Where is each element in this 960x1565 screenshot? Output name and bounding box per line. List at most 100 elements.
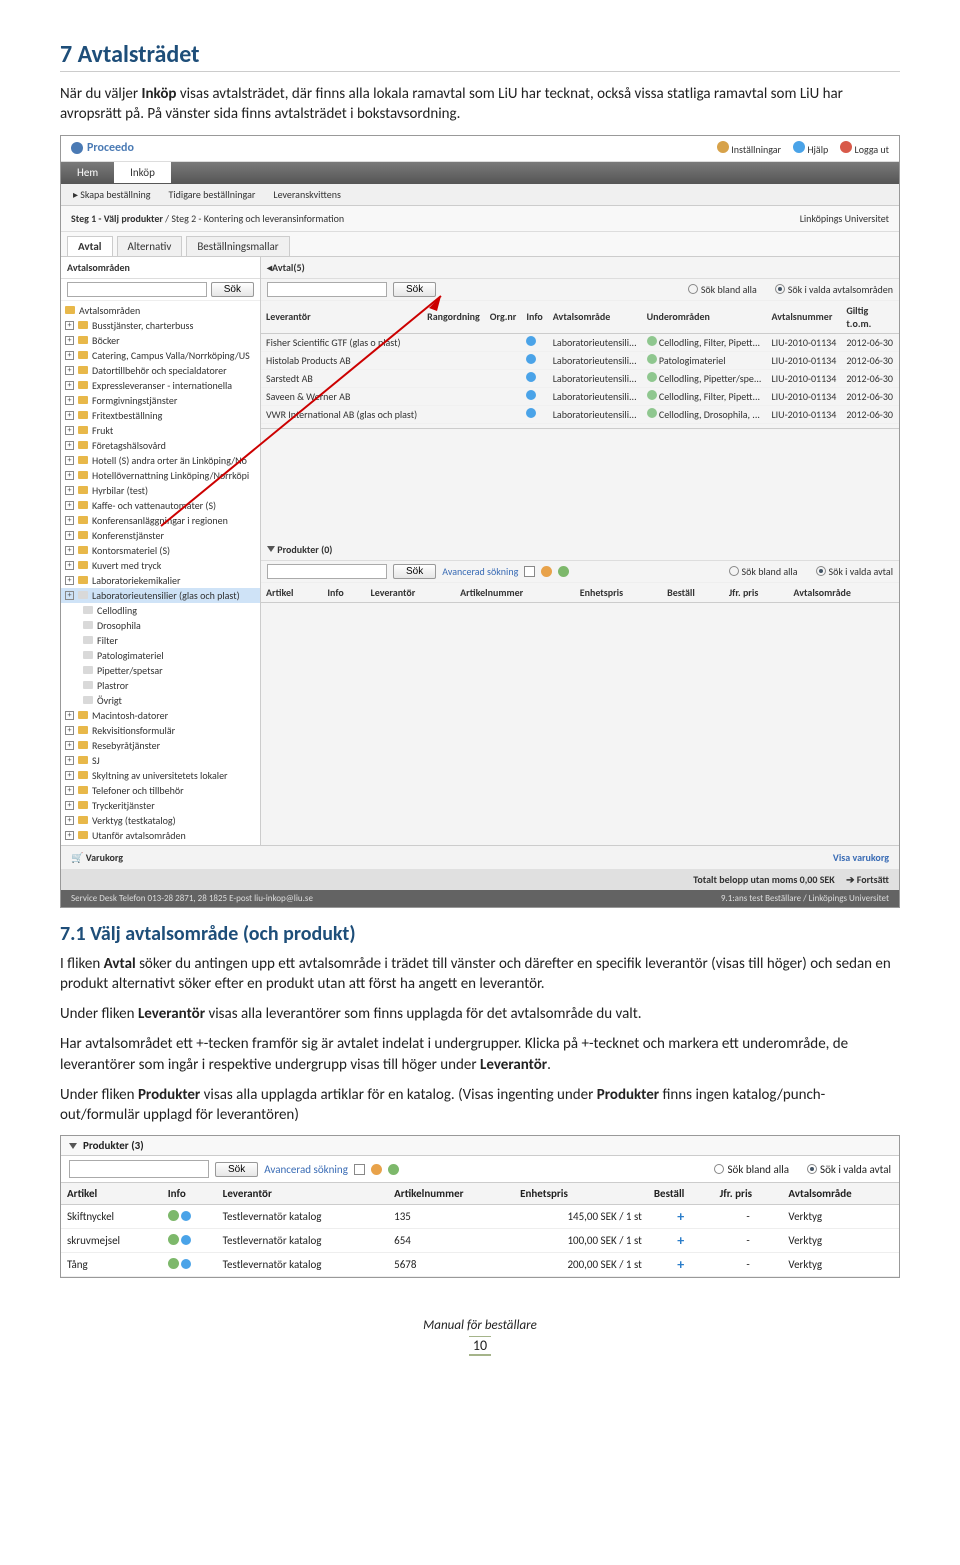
s2-search-button[interactable]: Sök [215, 1162, 258, 1177]
add-icon[interactable]: + [677, 1256, 684, 1273]
expand-icon[interactable]: + [65, 801, 74, 810]
tree-item[interactable]: +Hyrbilar (test) [61, 483, 260, 498]
magnify-icon[interactable] [647, 390, 657, 400]
col-header[interactable]: Enhetspris [514, 1183, 648, 1205]
expand-icon[interactable]: + [65, 456, 74, 465]
tree-item[interactable]: +Expressleveranser - internationella [61, 378, 260, 393]
collapse-icon[interactable] [69, 1143, 77, 1149]
table-row[interactable]: skruvmejsel Testlevernatör katalog654100… [61, 1229, 899, 1253]
magnify-icon[interactable] [647, 408, 657, 418]
info-icon[interactable] [526, 354, 536, 364]
col-header[interactable]: Enhetspris [575, 583, 662, 603]
magnify-icon[interactable] [647, 336, 657, 346]
col-header[interactable]: Avtalsområde [788, 583, 899, 603]
col-header[interactable]: Jfr. pris [724, 583, 789, 603]
help-link[interactable]: Hjälp [793, 141, 828, 156]
col-header[interactable]: Jfr. pris [714, 1183, 783, 1205]
col-header[interactable]: Avtalsområde [548, 301, 642, 334]
subtab-skapa[interactable]: ▸ Skapa beställning [73, 188, 151, 201]
info-icon[interactable] [526, 408, 536, 418]
s2-radio-alla[interactable]: Sök bland alla [714, 1163, 789, 1176]
s2-adv-link[interactable]: Avancerad sökning [264, 1163, 348, 1176]
tree-search-input[interactable] [67, 282, 207, 297]
tree-item[interactable]: +SJ [61, 753, 260, 768]
cart-label[interactable]: 🛒 Varukorg [71, 851, 123, 864]
checkbox-icon[interactable] [524, 566, 535, 577]
info-icon[interactable] [526, 390, 536, 400]
logout-link[interactable]: Logga ut [840, 141, 889, 156]
tree-item[interactable]: +Konferenstjänster [61, 528, 260, 543]
expand-icon[interactable]: + [65, 756, 74, 765]
col-header[interactable]: Artikel [61, 1183, 162, 1205]
tree-item[interactable]: +Verktyg (testkatalog) [61, 813, 260, 828]
col-header[interactable]: Org.nr [485, 301, 522, 334]
expand-icon[interactable]: + [65, 711, 74, 720]
table-row[interactable]: Skiftnyckel Testlevernatör katalog135145… [61, 1205, 899, 1229]
col-header[interactable]: Info [322, 583, 365, 603]
expand-icon[interactable]: + [65, 591, 74, 600]
tree-subitem[interactable]: Patologimateriel [61, 648, 260, 663]
tree-subitem[interactable]: Drosophila [61, 618, 260, 633]
expand-icon[interactable]: + [65, 741, 74, 750]
add-icon[interactable]: + [677, 1208, 684, 1225]
radio-sok-alla[interactable]: Sök bland alla [688, 283, 757, 296]
supplier-search-button[interactable]: Sök [393, 282, 436, 297]
expand-icon[interactable]: + [65, 411, 74, 420]
products-search-input[interactable] [267, 564, 387, 579]
tree-subitem[interactable]: Cellodling [61, 603, 260, 618]
tree-search-button[interactable]: Sök [211, 282, 254, 297]
col-header[interactable]: Artikelnummer [388, 1183, 514, 1205]
col-header[interactable]: Leverantör [217, 1183, 388, 1205]
expand-icon[interactable]: + [65, 321, 74, 330]
expand-icon[interactable]: + [65, 351, 74, 360]
col-header[interactable]: Leverantör [261, 301, 422, 334]
settings-link[interactable]: Inställningar [717, 141, 781, 156]
tree-item[interactable]: +Böcker [61, 333, 260, 348]
expand-icon[interactable]: + [65, 516, 74, 525]
expand-icon[interactable]: + [65, 561, 74, 570]
tree-item[interactable]: +Fritextbeställning [61, 408, 260, 423]
expand-icon[interactable]: + [65, 576, 74, 585]
info-icon[interactable] [526, 336, 536, 346]
tree-item[interactable]: +Kuvert med tryck [61, 558, 260, 573]
info-icon[interactable] [181, 1211, 191, 1221]
filter2-icon[interactable] [388, 1164, 399, 1175]
filter2-icon[interactable] [558, 566, 569, 577]
org-dropdown[interactable]: Linköpings Universitet [800, 212, 889, 225]
tree-item[interactable]: Avtalsområden [61, 303, 260, 318]
info-icon[interactable] [526, 372, 536, 382]
add-icon[interactable]: + [677, 1232, 684, 1249]
advanced-search-link[interactable]: Avancerad sökning [442, 565, 518, 578]
col-header[interactable]: Info [521, 301, 547, 334]
table-row[interactable]: Saveen & Werner ABLaboratorieutensili...… [261, 387, 899, 405]
tree-item[interactable]: +Datortillbehör och specialdatorer [61, 363, 260, 378]
s2-search-input[interactable] [69, 1160, 209, 1178]
col-header[interactable]: Artikel [261, 583, 322, 603]
col-header[interactable]: Beställ [648, 1183, 714, 1205]
products-search-button[interactable]: Sök [393, 564, 436, 579]
expand-icon[interactable]: + [65, 771, 74, 780]
tree-item[interactable]: +Laboratoriekemikalier [61, 573, 260, 588]
tree-item[interactable]: +Busstjänster, charterbuss [61, 318, 260, 333]
expand-icon[interactable]: + [65, 336, 74, 345]
tab-hem[interactable]: Hem [61, 162, 114, 183]
tree-item[interactable]: +Utanför avtalsområden [61, 828, 260, 843]
expand-icon[interactable]: + [65, 726, 74, 735]
tree-subitem[interactable]: Plastror [61, 678, 260, 693]
info-icon[interactable] [181, 1259, 191, 1269]
tree-subitem[interactable]: Filter [61, 633, 260, 648]
tree-subitem[interactable]: Övrigt [61, 693, 260, 708]
tree-item[interactable]: +Laboratorieutensilier (glas och plast) [61, 588, 260, 603]
tree-item[interactable]: +Frukt [61, 423, 260, 438]
checkbox-icon[interactable] [354, 1164, 365, 1175]
col-header[interactable]: Avtalsområde [782, 1183, 899, 1205]
expand-icon[interactable]: + [65, 486, 74, 495]
filter-icon[interactable] [371, 1164, 382, 1175]
tree-item[interactable]: +Hotell (S) andra orter än Linköping/No [61, 453, 260, 468]
tree-subitem[interactable]: Pipetter/spetsar [61, 663, 260, 678]
expand-icon[interactable]: + [65, 426, 74, 435]
magnify-icon[interactable] [647, 372, 657, 382]
table-row[interactable]: VWR International AB (glas och plast)Lab… [261, 405, 899, 423]
col-header[interactable]: Beställ [662, 583, 724, 603]
tree-item[interactable]: +Formgivningstjänster [61, 393, 260, 408]
